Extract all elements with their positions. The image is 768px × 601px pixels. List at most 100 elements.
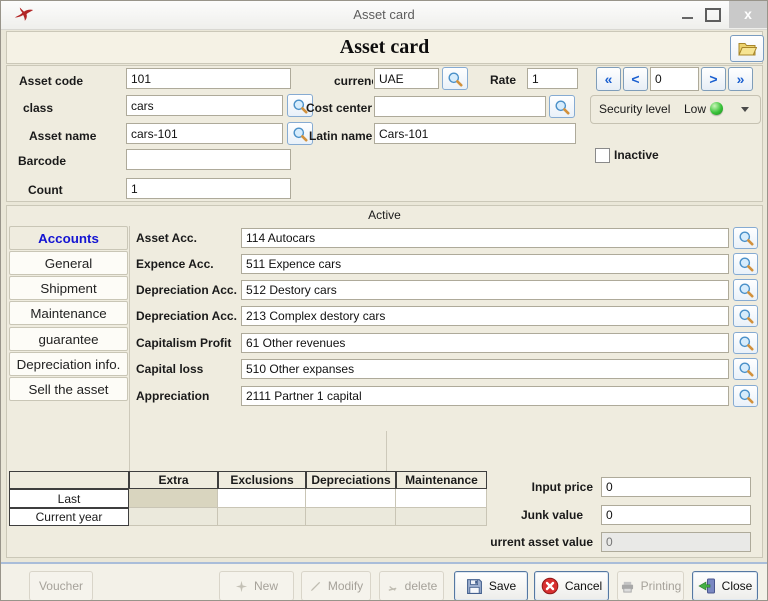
new-icon [235,580,248,593]
asset-name-input[interactable] [126,123,283,144]
depreciation-acc-input[interactable] [241,280,729,300]
summary-cell-currentyear-exclusions[interactable] [218,508,306,526]
junk-value-label: Junk value [520,508,583,522]
search-icon [738,230,754,246]
capital-loss-input[interactable] [241,359,729,379]
minimize-button[interactable] [679,7,697,23]
summary-cell-last-depreciations[interactable] [306,489,396,508]
count-label: Count [28,183,63,197]
summary-cell-currentyear-depreciations[interactable] [306,508,396,526]
close-button[interactable]: Close [692,571,758,600]
depreciation-acc-label: Depreciation Acc. [136,283,237,297]
currency-lookup-button[interactable] [442,67,468,90]
capitalism-profit-input[interactable] [241,333,729,353]
tab-maintenance[interactable]: Maintenance [9,301,128,325]
tab-general[interactable]: General [9,251,128,275]
current-asset-value-label: urrent asset value [490,535,593,549]
expence-acc-label: Expence Acc. [136,257,214,271]
window-title: Asset card [353,7,415,22]
depreciation-acc2-lookup-button[interactable] [733,305,758,327]
inactive-label: Inactive [614,148,659,162]
chevron-down-icon [741,107,749,112]
modify-button[interactable]: Modify [301,571,371,600]
inactive-checkbox[interactable] [595,148,610,163]
record-number-input[interactable] [650,67,699,91]
folder-icon [737,40,757,57]
pencil-icon [309,580,322,593]
asset-name-label: Asset name [29,129,97,143]
cost-center-input[interactable] [374,96,546,117]
exit-door-icon [698,578,716,594]
tab-shipment[interactable]: Shipment [9,276,128,300]
summary-cell-last-extra[interactable] [129,489,218,508]
summary-cell-last-exclusions[interactable] [218,489,306,508]
search-icon [738,361,754,377]
expence-acc-input[interactable] [241,254,729,274]
appreciation-label: Appreciation [136,389,210,403]
barcode-label: Barcode [18,154,67,168]
tab-accounts[interactable]: Accounts [9,226,128,250]
capital-loss-label: Capital loss [136,362,204,376]
save-button[interactable]: Save [454,571,528,600]
currency-label: currenc [334,74,373,88]
printing-button[interactable]: Printing [617,571,684,600]
page-title: Asset card [339,36,430,58]
maximize-button[interactable] [703,7,721,23]
asset-acc-lookup-button[interactable] [733,227,758,249]
summary-row-last: Last [9,489,129,508]
save-floppy-icon [466,578,483,595]
search-icon [292,126,308,142]
previous-record-button[interactable]: < [623,67,648,91]
next-record-button[interactable]: > [701,67,726,91]
last-record-button[interactable]: » [728,67,753,91]
cancel-button[interactable]: Cancel [534,571,609,600]
tab-sell-the-asset[interactable]: Sell the asset [9,377,128,401]
summary-col-depreciations: Depreciations [306,471,396,489]
depreciation-acc2-label: Depreciation Acc. [136,309,237,323]
new-button[interactable]: New [219,571,294,600]
asset-acc-input[interactable] [241,228,729,248]
summary-cell-currentyear-extra[interactable] [129,508,218,526]
security-level-value: Low [684,102,707,116]
asset-code-label: Asset code [19,74,84,88]
capitalism-profit-lookup-button[interactable] [733,332,758,354]
search-icon [738,335,754,351]
currency-input[interactable] [374,68,439,89]
voucher-button[interactable]: Voucher [29,571,93,600]
appreciation-lookup-button[interactable] [733,385,758,407]
cost-center-lookup-button[interactable] [549,95,575,118]
folder-button[interactable] [730,35,764,62]
barcode-input[interactable] [126,149,291,170]
tab-column-divider [129,226,130,471]
rate-input[interactable] [527,68,578,89]
class-input[interactable] [126,95,283,116]
tab-depreciation-info[interactable]: Depreciation info. [9,352,128,376]
expence-acc-lookup-button[interactable] [733,253,758,275]
delete-button[interactable]: delete [379,571,444,600]
input-price-input[interactable] [601,477,751,497]
search-icon [738,256,754,272]
search-icon [554,99,570,115]
current-asset-value-input[interactable] [601,532,751,552]
count-input[interactable] [126,178,291,199]
asset-code-input[interactable] [126,68,291,89]
junk-value-input[interactable] [601,505,751,525]
cost-center-label: Cost center [306,101,373,115]
summary-row-current-year: Current year [9,508,129,526]
depreciation-acc-lookup-button[interactable] [733,279,758,301]
latin-name-input[interactable] [374,123,576,144]
tab-guarantee[interactable]: guarantee [9,327,128,351]
search-icon [738,388,754,404]
panel-divider [386,431,387,471]
latin-name-label: Latin name [309,129,373,143]
capital-loss-lookup-button[interactable] [733,358,758,380]
first-record-button[interactable]: « [596,67,621,91]
security-low-indicator-icon [710,102,723,115]
depreciation-acc2-input[interactable] [241,306,729,326]
security-level-dropdown[interactable]: Security level Low [590,95,761,124]
summary-corner-cell [9,471,129,489]
maximize-icon [705,8,721,22]
search-icon [738,282,754,298]
close-window-button[interactable]: x [729,1,767,28]
appreciation-input[interactable] [241,386,729,406]
